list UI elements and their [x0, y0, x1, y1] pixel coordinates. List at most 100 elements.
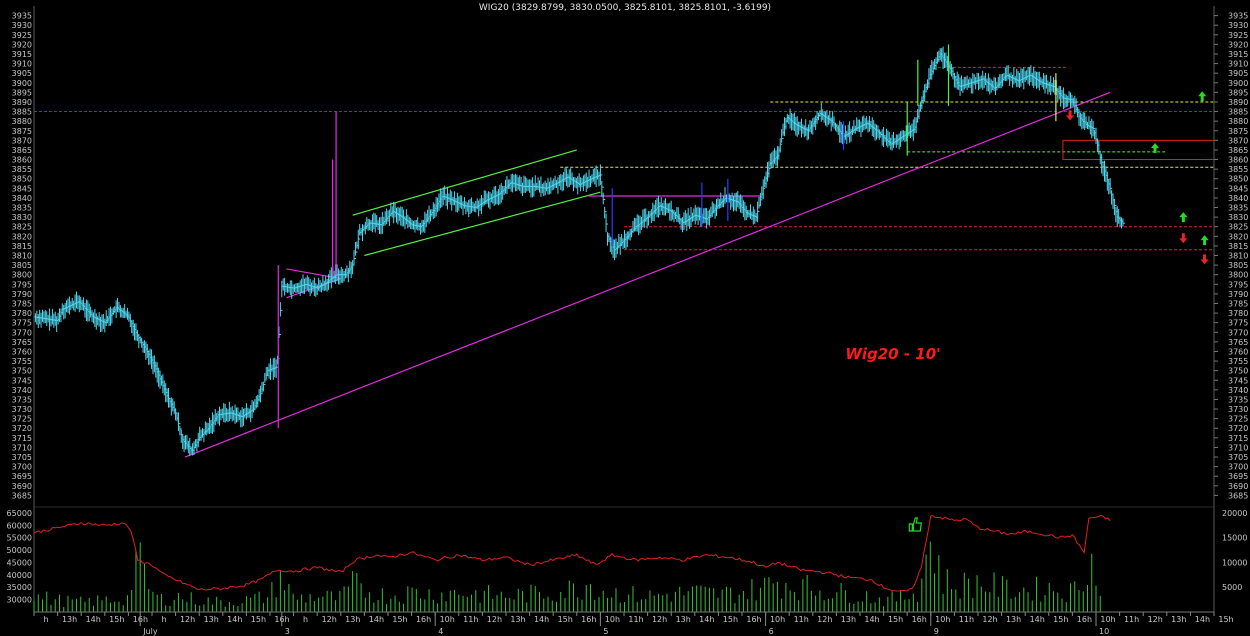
y-tick-left: 3760: [12, 347, 32, 356]
y-tick-right: 3845: [1228, 184, 1248, 193]
x-hour-label: 15h: [392, 615, 407, 624]
y-tick-right: 3800: [1228, 271, 1248, 280]
y-tick-left: 3930: [12, 21, 32, 30]
y-tick-right: 3790: [1228, 290, 1248, 299]
y-tick-left: 3835: [12, 204, 32, 213]
y-tick-right: 3690: [1228, 482, 1248, 491]
x-hour-label: 11h: [794, 615, 809, 624]
x-hour-label: 12h: [982, 615, 997, 624]
y-tick-right: 3750: [1228, 367, 1248, 376]
y-tick-right: 3765: [1228, 338, 1248, 347]
y-tick-left: 3810: [12, 252, 32, 261]
x-hour-label: 12h: [322, 615, 337, 624]
y-tick-left: 3715: [12, 434, 32, 443]
y-tick-left: 3800: [12, 271, 32, 280]
volume-tick-left: 55000: [7, 534, 32, 543]
y-tick-left: 3870: [12, 136, 32, 145]
volume-tick-left: 35000: [7, 583, 32, 592]
volume-tick-right: 10000: [1222, 558, 1247, 567]
y-tick-left: 3885: [12, 108, 32, 117]
x-hour-label: 10h: [440, 615, 455, 624]
x-hour-label: 15h: [888, 615, 903, 624]
y-tick-left: 3735: [12, 395, 32, 404]
y-tick-right: 3745: [1228, 376, 1248, 385]
y-tick-right: 3830: [1228, 213, 1248, 222]
y-tick-left: 3805: [12, 261, 32, 270]
chart-title: WIG20 (3829.8799, 3830.0500, 3825.8101, …: [479, 3, 771, 13]
y-tick-left: 3895: [12, 88, 32, 97]
y-tick-left: 3815: [12, 242, 32, 251]
y-tick-left: 3840: [12, 194, 32, 203]
x-hour-label: 14h: [1195, 615, 1210, 624]
x-hour-label: 15h: [251, 615, 266, 624]
y-tick-right: 3875: [1228, 127, 1248, 136]
y-tick-right: 3730: [1228, 405, 1248, 414]
y-tick-left: 3790: [12, 290, 32, 299]
x-hour-label: 15h: [558, 615, 573, 624]
y-tick-left: 3775: [12, 319, 32, 328]
x-day-label: 6: [769, 627, 774, 636]
y-tick-left: 3780: [12, 309, 32, 318]
y-tick-left: 3705: [12, 453, 32, 462]
wig20-chart: WIG20 (3829.8799, 3830.0500, 3825.8101, …: [0, 0, 1250, 636]
y-tick-right: 3870: [1228, 136, 1248, 145]
x-hour-label: 10h: [935, 615, 950, 624]
y-tick-right: 3760: [1228, 347, 1248, 356]
y-tick-left: 3755: [12, 357, 32, 366]
x-hour-label: 15h: [109, 615, 124, 624]
x-hour-label: 14h: [699, 615, 714, 624]
volume-tick-left: 30000: [7, 596, 32, 605]
y-tick-left: 3710: [12, 443, 32, 452]
y-tick-left: 3745: [12, 376, 32, 385]
y-tick-left: 3905: [12, 69, 32, 78]
y-tick-right: 3720: [1228, 424, 1248, 433]
y-tick-left: 3880: [12, 117, 32, 126]
y-tick-right: 3685: [1228, 491, 1248, 500]
y-tick-right: 3825: [1228, 223, 1248, 232]
x-hour-label: 14h: [86, 615, 101, 624]
y-tick-left: 3685: [12, 491, 32, 500]
y-tick-right: 3880: [1228, 117, 1248, 126]
y-tick-right: 3855: [1228, 165, 1248, 174]
y-tick-left: 3825: [12, 223, 32, 232]
y-tick-left: 3765: [12, 338, 32, 347]
annotation-group: Wig20 - 10': [845, 345, 940, 363]
x-hour-label: 13h: [1006, 615, 1021, 624]
y-tick-left: 3910: [12, 60, 32, 69]
y-tick-left: 3695: [12, 472, 32, 481]
x-hour-label: 14h: [1030, 615, 1045, 624]
x-hour-label: 12h: [1148, 615, 1163, 624]
y-tick-right: 3705: [1228, 453, 1248, 462]
x-day-label: 3: [285, 627, 290, 636]
x-day-label: 10: [1099, 627, 1109, 636]
y-tick-right: 3895: [1228, 88, 1248, 97]
y-tick-left: 3795: [12, 280, 32, 289]
x-hour-label: 15h: [1053, 615, 1068, 624]
volume-tick-right: 15000: [1222, 534, 1247, 543]
y-tick-right: 3840: [1228, 194, 1248, 203]
y-tick-left: 3845: [12, 184, 32, 193]
x-hour-label: h: [303, 615, 308, 624]
y-tick-left: 3855: [12, 165, 32, 174]
y-tick-right: 3805: [1228, 261, 1248, 270]
x-hour-label: 13h: [62, 615, 77, 624]
y-tick-left: 3915: [12, 50, 32, 59]
x-hour-label: 14h: [534, 615, 549, 624]
x-hour-label: 11h: [1124, 615, 1139, 624]
y-tick-left: 3900: [12, 79, 32, 88]
x-hour-label: 13h: [345, 615, 360, 624]
x-hour-label: 14h: [369, 615, 384, 624]
volume-tick-left: 40000: [7, 571, 32, 580]
y-tick-left: 3740: [12, 386, 32, 395]
x-hour-label: 15h: [723, 615, 738, 624]
x-hour-label: 13h: [841, 615, 856, 624]
y-tick-right: 3835: [1228, 204, 1248, 213]
y-tick-left: 3875: [12, 127, 32, 136]
x-hour-label: 16h: [912, 615, 927, 624]
x-day-label: July: [142, 627, 158, 636]
y-tick-right: 3910: [1228, 60, 1248, 69]
x-hour-label: 12h: [817, 615, 832, 624]
y-tick-left: 3785: [12, 299, 32, 308]
y-tick-left: 3920: [12, 40, 32, 49]
volume-tick-left: 65000: [7, 509, 32, 518]
